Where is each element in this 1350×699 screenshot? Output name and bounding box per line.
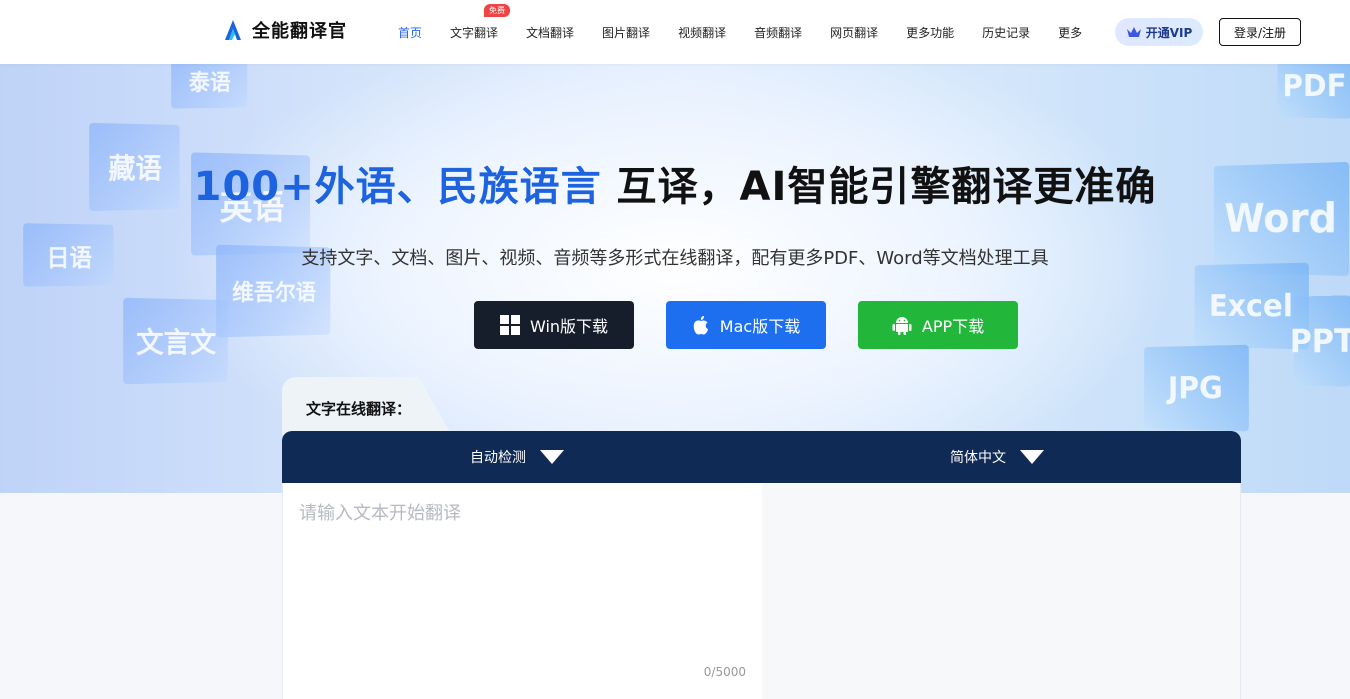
- win-download-button[interactable]: Win版下载: [474, 301, 634, 349]
- chevron-down-icon: [540, 450, 564, 464]
- app-download-button[interactable]: APP下载: [858, 301, 1018, 349]
- deco-card: 泰语: [171, 64, 248, 109]
- nav-item-home[interactable]: 首页: [398, 24, 422, 41]
- target-language-label: 简体中文: [950, 450, 1006, 466]
- vip-button[interactable]: 开通VIP: [1115, 18, 1203, 46]
- top-header: 全能翻译官 首页 文字翻译 免费 文档翻译 图片翻译 视频翻译 音频翻译 网页翻…: [0, 0, 1350, 64]
- apple-icon: [693, 316, 708, 335]
- char-counter: 0/5000: [703, 665, 746, 679]
- nav-item-web-translate[interactable]: 网页翻译: [830, 24, 878, 41]
- chevron-down-icon: [1020, 450, 1044, 464]
- logo-icon: [225, 20, 241, 40]
- vip-label: 开通VIP: [1145, 25, 1193, 40]
- translator-tab-label: 文字在线翻译：: [306, 400, 412, 418]
- nav-item-label: 文字翻译: [450, 25, 499, 40]
- nav-item-history[interactable]: 历史记录: [982, 24, 1030, 41]
- hero-subtitle: 支持文字、文档、图片、视频、音频等多形式在线翻译，配有更多PDF、Word等文档…: [301, 248, 1049, 269]
- nav-item-video-translate[interactable]: 视频翻译: [678, 24, 726, 41]
- source-text-area: 0/5000: [282, 483, 762, 699]
- app-logo[interactable]: 全能翻译官: [222, 17, 347, 43]
- translation-output: [762, 483, 1241, 699]
- deco-card: PDF: [1277, 64, 1350, 119]
- nav-item-image-translate[interactable]: 图片翻译: [602, 24, 650, 41]
- nav-item-more[interactable]: 更多: [1058, 24, 1082, 41]
- main-nav: 首页 文字翻译 免费 文档翻译 图片翻译 视频翻译 音频翻译 网页翻译 更多功能…: [398, 0, 1110, 64]
- nav-item-doc-translate[interactable]: 文档翻译: [526, 24, 574, 41]
- login-register-button[interactable]: 登录/注册: [1219, 18, 1301, 46]
- nav-item-text-translate[interactable]: 文字翻译 免费: [450, 3, 511, 41]
- hero-title: 100+外语、民族语言 互译，AI智能引擎翻译更准确: [0, 154, 1350, 212]
- windows-icon: [499, 315, 520, 335]
- nav-item-audio-translate[interactable]: 音频翻译: [754, 24, 802, 41]
- free-badge: 免费: [484, 3, 511, 17]
- language-bar: 自动检测 简体中文: [282, 431, 1241, 483]
- hero-title-rest: 互译，AI智能引擎翻译更准确: [601, 164, 1157, 210]
- deco-card: JPG: [1144, 344, 1249, 432]
- deco-card: PPT: [1290, 295, 1350, 387]
- android-icon: [892, 317, 912, 335]
- deco-card: 文言文: [123, 297, 228, 385]
- mac-download-label: Mac版下载: [719, 317, 801, 336]
- source-language-select[interactable]: 自动检测: [470, 431, 564, 483]
- crown-icon: [1126, 27, 1141, 37]
- app-name: 全能翻译官: [252, 21, 347, 42]
- mac-download-button[interactable]: Mac版下载: [666, 301, 826, 349]
- win-download-label: Win版下载: [529, 317, 609, 336]
- source-language-label: 自动检测: [470, 450, 526, 466]
- nav-item-more-features[interactable]: 更多功能: [906, 24, 954, 41]
- app-download-label: APP下载: [921, 317, 985, 336]
- target-language-select[interactable]: 简体中文: [950, 431, 1044, 483]
- hero-title-highlight: 100+外语、民族语言: [193, 164, 602, 210]
- source-text-input[interactable]: [283, 483, 762, 699]
- hero-section: 泰语 藏语 英语 日语 维吾尔语 文言文 PDF Word Excel PPT …: [0, 64, 1350, 493]
